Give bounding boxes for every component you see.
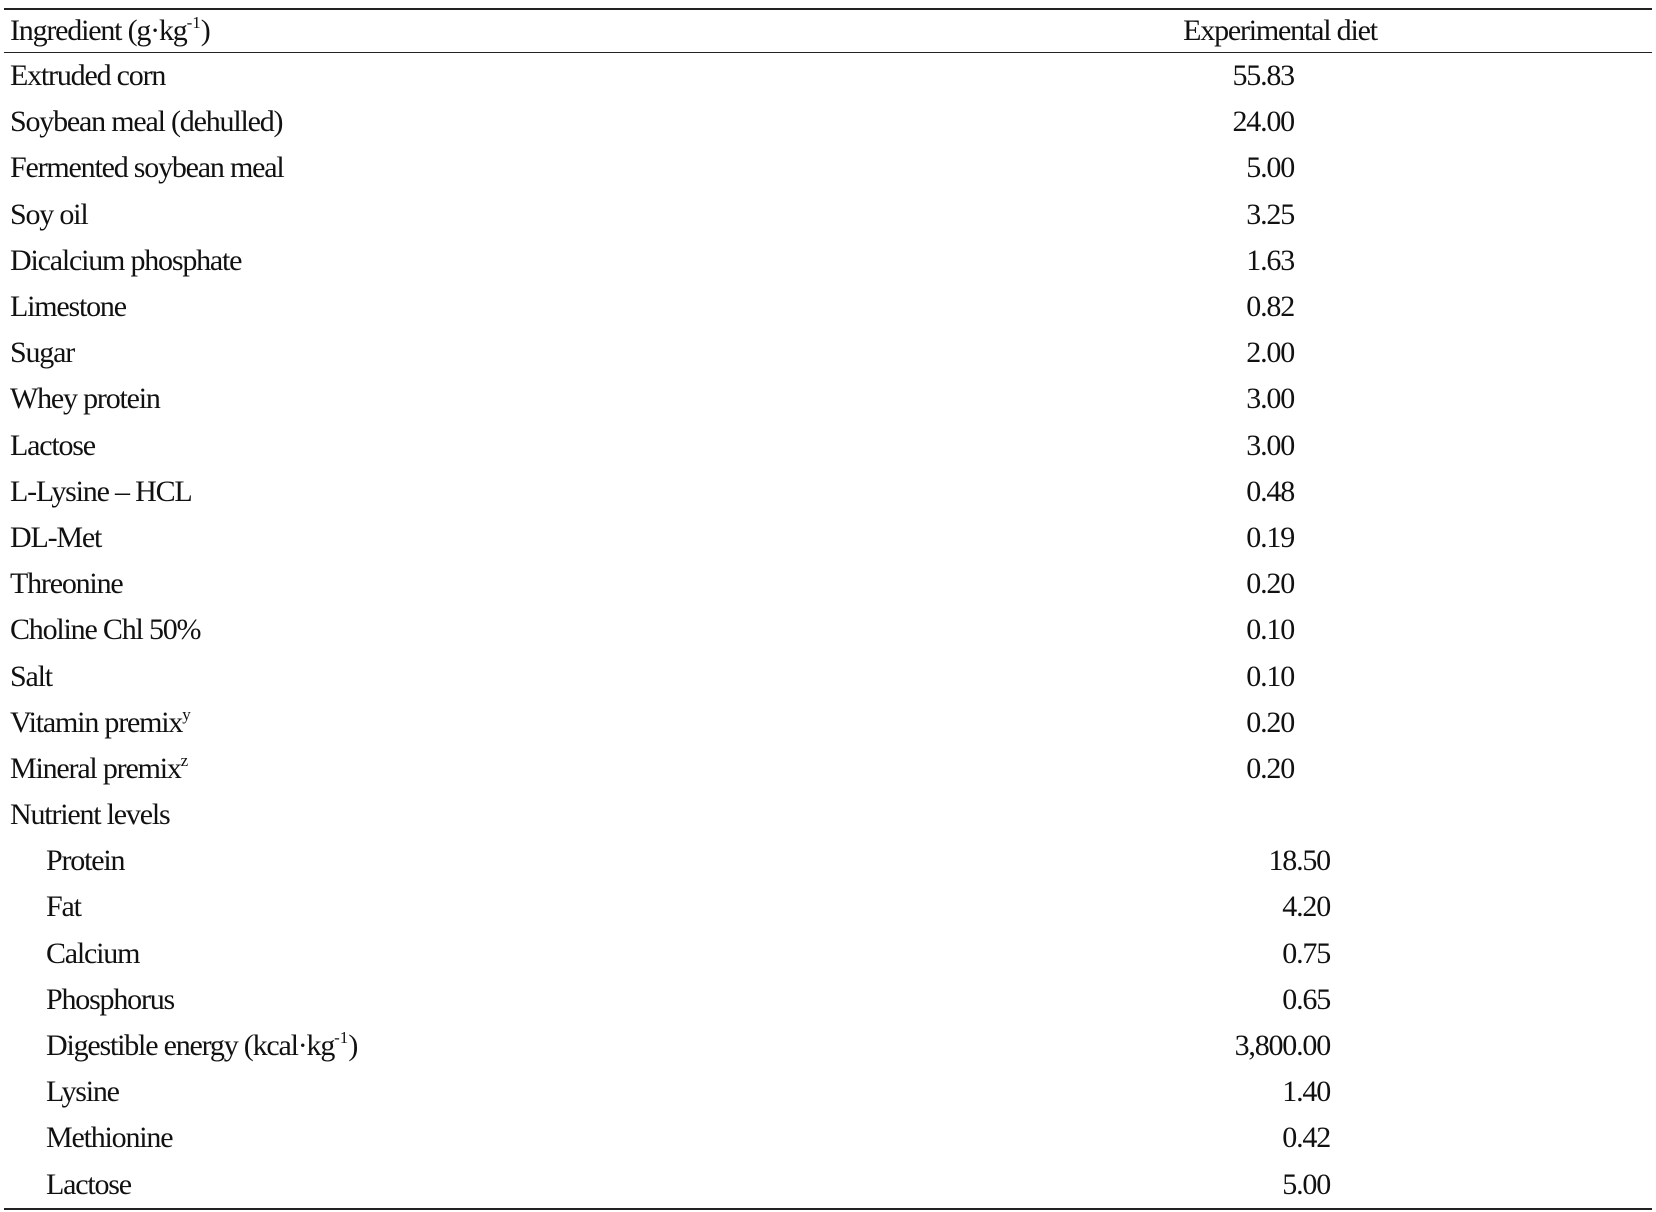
table-row: Soy oil 3.25 bbox=[4, 192, 1652, 238]
row-value: 0.82 bbox=[1246, 290, 1295, 324]
table-row: Limestone 0.82 bbox=[4, 284, 1652, 330]
row-value: 1.40 bbox=[1282, 1075, 1331, 1109]
table-row: Threonine 0.20 bbox=[4, 561, 1652, 607]
footnote-marker: y bbox=[182, 704, 191, 724]
row-label: Salt bbox=[10, 659, 53, 693]
row-label: Phosphorus bbox=[46, 982, 175, 1016]
row-value: 3,800.00 bbox=[1234, 1029, 1332, 1063]
row-value: 0.42 bbox=[1282, 1121, 1331, 1155]
row-value: 0.10 bbox=[1246, 659, 1295, 693]
table-row: Soybean meal (dehulled) 24.00 bbox=[4, 99, 1652, 145]
row-label: Choline Chl 50% bbox=[10, 613, 202, 647]
nutrient-section-row: Nutrient levels bbox=[4, 792, 1652, 838]
row-label: Lactose bbox=[10, 428, 96, 462]
row-label: Fermented soybean meal bbox=[10, 151, 285, 185]
table-row: Salt 0.10 bbox=[4, 653, 1652, 699]
row-label: Lysine bbox=[46, 1075, 120, 1109]
row-label: Threonine bbox=[10, 567, 124, 601]
row-label: Mineral premixz bbox=[10, 750, 189, 785]
row-label: DL-Met bbox=[10, 520, 102, 554]
row-label: Extruded corn bbox=[10, 59, 166, 93]
row-label: Fat bbox=[46, 890, 82, 924]
table-row: Phosphorus 0.65 bbox=[4, 977, 1652, 1023]
row-value: 1.63 bbox=[1246, 243, 1295, 277]
table-row: Calcium 0.75 bbox=[4, 931, 1652, 977]
row-value: 55.83 bbox=[1232, 59, 1295, 93]
table-row: Lysine 1.40 bbox=[4, 1069, 1652, 1115]
table-row: Fermented soybean meal 5.00 bbox=[4, 145, 1652, 191]
row-value: 3.25 bbox=[1246, 197, 1295, 231]
table-row: Protein 18.50 bbox=[4, 838, 1652, 884]
table-row: Mineral premixz 0.20 bbox=[4, 746, 1652, 792]
row-value: 4.20 bbox=[1282, 890, 1331, 924]
footnote-marker: -1 bbox=[334, 1028, 349, 1048]
nutrient-rows: Protein 18.50 Fat 4.20 Calcium 0.75 Phosphorus… bbox=[4, 838, 1652, 1208]
row-label: Methionine bbox=[46, 1121, 174, 1155]
row-value: 0.20 bbox=[1246, 751, 1295, 785]
row-label: Lactose bbox=[46, 1167, 132, 1201]
header-experimental-diet: Experimental diet bbox=[1183, 14, 1378, 47]
row-value: 0.75 bbox=[1282, 936, 1331, 970]
table-row: Choline Chl 50% 0.10 bbox=[4, 607, 1652, 653]
table-bottom-rule bbox=[4, 1207, 1652, 1210]
row-value: 3.00 bbox=[1246, 382, 1295, 416]
diet-composition-table: Ingredient (g·kg-1) Experimental diet Ex… bbox=[4, 8, 1652, 1210]
row-value: 18.50 bbox=[1268, 844, 1331, 878]
row-label: Digestible energy (kcal·kg-1) bbox=[46, 1028, 358, 1063]
table-row: Sugar 2.00 bbox=[4, 330, 1652, 376]
row-value: 5.00 bbox=[1282, 1167, 1331, 1201]
table-row: Methionine 0.42 bbox=[4, 1115, 1652, 1161]
row-label: Sugar bbox=[10, 336, 75, 370]
row-value: 0.19 bbox=[1246, 520, 1295, 554]
table-row: Lactose 5.00 bbox=[4, 1162, 1652, 1208]
table-row: L-Lysine – HCL 0.48 bbox=[4, 469, 1652, 515]
footnote-marker: z bbox=[180, 750, 189, 770]
row-value: 0.65 bbox=[1282, 982, 1331, 1016]
row-value: 24.00 bbox=[1232, 105, 1295, 139]
row-label: Soy oil bbox=[10, 197, 89, 231]
row-value: 0.20 bbox=[1246, 567, 1295, 601]
row-label: L-Lysine – HCL bbox=[10, 474, 193, 508]
table-header-row: Ingredient (g·kg-1) Experimental diet bbox=[4, 10, 1652, 52]
row-label: Soybean meal (dehulled) bbox=[10, 105, 284, 139]
row-label: Whey protein bbox=[10, 382, 161, 416]
header-ingredient: Ingredient (g·kg-1) bbox=[10, 13, 211, 47]
table-row: Dicalcium phosphate 1.63 bbox=[4, 238, 1652, 284]
row-value: 0.10 bbox=[1246, 613, 1295, 647]
table-row: Digestible energy (kcal·kg-1) 3,800.00 bbox=[4, 1023, 1652, 1069]
row-label: Protein bbox=[46, 844, 125, 878]
table-row: Fat 4.20 bbox=[4, 884, 1652, 930]
table-row: DL-Met 0.19 bbox=[4, 515, 1652, 561]
row-value: 2.00 bbox=[1246, 336, 1295, 370]
table-row: Whey protein 3.00 bbox=[4, 376, 1652, 422]
row-value: 0.20 bbox=[1246, 705, 1295, 739]
row-label: Vitamin premixy bbox=[10, 704, 191, 739]
row-label: Dicalcium phosphate bbox=[10, 243, 242, 277]
row-label: Calcium bbox=[46, 936, 140, 970]
row-value: 3.00 bbox=[1246, 428, 1295, 462]
nutrient-section-label: Nutrient levels bbox=[10, 798, 171, 832]
ingredient-rows: Extruded corn 55.83 Soybean meal (dehulled… bbox=[4, 53, 1652, 792]
table-row: Vitamin premixy 0.20 bbox=[4, 700, 1652, 746]
table-row: Extruded corn 55.83 bbox=[4, 53, 1652, 99]
table-row: Lactose 3.00 bbox=[4, 423, 1652, 469]
row-label: Limestone bbox=[10, 290, 127, 324]
row-value: 5.00 bbox=[1246, 151, 1295, 185]
row-value: 0.48 bbox=[1246, 474, 1295, 508]
